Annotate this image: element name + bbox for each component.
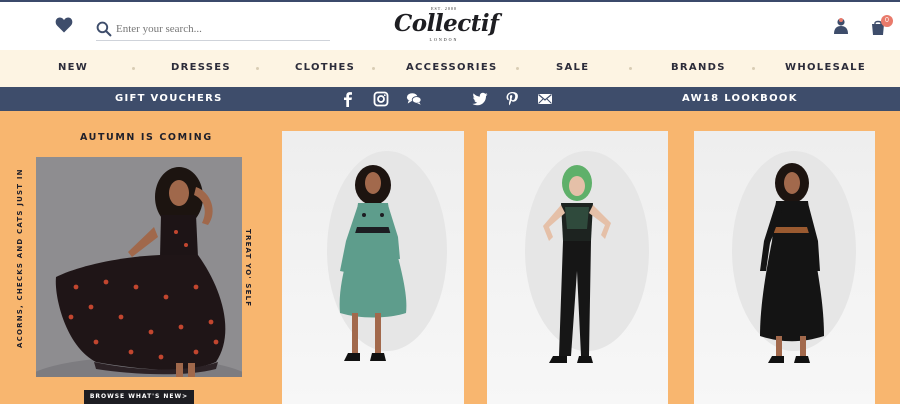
- cart-count-badge: 0: [881, 15, 893, 27]
- facebook-icon[interactable]: [340, 91, 356, 107]
- product-image: [525, 151, 649, 363]
- product-card[interactable]: [694, 131, 875, 404]
- logo[interactable]: EST. 2000 Collectif LONDON: [394, 6, 499, 48]
- search-icon[interactable]: [96, 21, 112, 37]
- feature-side-text-right: TREAT YO' SELF: [244, 229, 252, 308]
- nav-separator: [516, 67, 519, 70]
- product-image: [732, 151, 856, 363]
- nav-separator: [372, 67, 375, 70]
- heart-icon[interactable]: [55, 16, 73, 34]
- nav-separator: [132, 67, 135, 70]
- main-nav: NEW DRESSES CLOTHES ACCESSORIES SALE BRA…: [0, 50, 900, 87]
- nav-separator: [752, 67, 755, 70]
- search-bar: [96, 17, 330, 41]
- cart-button[interactable]: 0: [870, 15, 894, 37]
- gift-vouchers-link[interactable]: GIFT VOUCHERS: [115, 93, 223, 104]
- nav-item-clothes[interactable]: CLOTHES: [295, 62, 355, 73]
- nav-item-sale[interactable]: SALE: [556, 62, 589, 73]
- nav-separator: [629, 67, 632, 70]
- hero-section: AUTUMN IS COMING ACORNS, CHECKS AND CATS…: [0, 111, 900, 404]
- feature-side-text-left: ACORNS, CHECKS AND CATS JUST IN: [16, 168, 24, 348]
- chat-icon[interactable]: [406, 91, 422, 107]
- browse-whats-new-button[interactable]: BROWSE WHAT'S NEW>: [84, 390, 194, 404]
- site-header: EST. 2000 Collectif LONDON 0: [0, 0, 900, 50]
- feature-image[interactable]: [36, 157, 242, 377]
- nav-item-accessories[interactable]: ACCESSORIES: [406, 62, 497, 73]
- logo-wordmark: Collectif: [394, 10, 499, 37]
- promo-bar: GIFT VOUCHERS AW18 LOOKBOOK: [0, 87, 900, 111]
- pinterest-icon[interactable]: [504, 91, 520, 107]
- nav-item-dresses[interactable]: DRESSES: [171, 62, 231, 73]
- mail-icon[interactable]: [537, 91, 553, 107]
- feature-title: AUTUMN IS COMING: [80, 132, 213, 143]
- nav-item-new[interactable]: NEW: [58, 62, 88, 73]
- nav-item-wholesale[interactable]: WHOLESALE: [785, 62, 866, 73]
- user-icon[interactable]: [833, 17, 849, 35]
- product-card[interactable]: [487, 131, 668, 404]
- product-card[interactable]: [282, 131, 464, 404]
- nav-separator: [256, 67, 259, 70]
- feature-model-illustration: [36, 157, 242, 377]
- product-image: [327, 151, 447, 361]
- search-input[interactable]: [116, 22, 316, 35]
- nav-item-brands[interactable]: BRANDS: [671, 62, 726, 73]
- instagram-icon[interactable]: [373, 91, 389, 107]
- logo-london: LONDON: [429, 37, 459, 42]
- lookbook-link[interactable]: AW18 LOOKBOOK: [682, 93, 798, 104]
- twitter-icon[interactable]: [472, 91, 488, 107]
